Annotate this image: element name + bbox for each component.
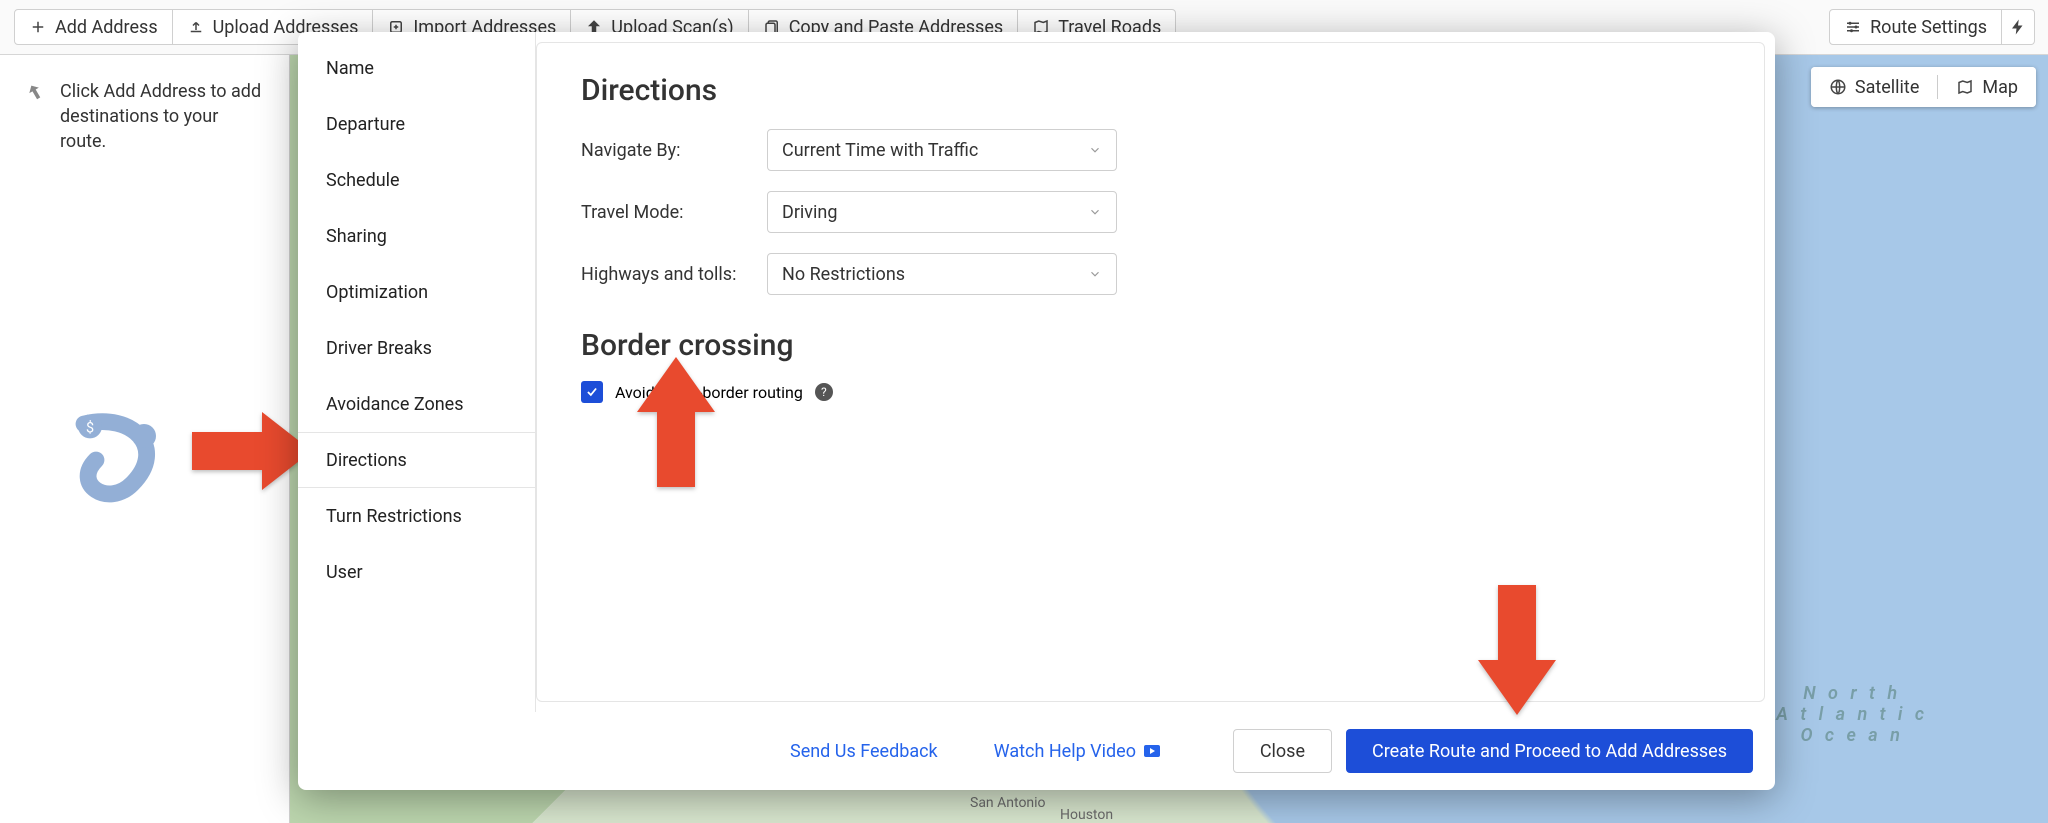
city-houston: Houston xyxy=(1060,807,1113,823)
heading-border-crossing: Border crossing xyxy=(581,328,1720,363)
sidebar-item-label: Sharing xyxy=(326,226,387,247)
add-address-label: Add Address xyxy=(55,17,158,38)
select-travel-mode-value: Driving xyxy=(782,202,837,223)
checkbox-avoid-cross-border[interactable] xyxy=(581,381,603,403)
sidebar-item-label: Name xyxy=(326,58,374,79)
sidebar-item-driver-breaks[interactable]: Driver Breaks xyxy=(298,320,535,376)
close-button[interactable]: Close xyxy=(1233,729,1332,773)
annotation-arrow-create xyxy=(1478,585,1556,715)
map-toggle-button[interactable]: Map xyxy=(1938,67,2036,107)
modal-footer: Send Us Feedback Watch Help Video Close … xyxy=(298,712,1775,790)
directions-panel: Directions Navigate By: Current Time wit… xyxy=(536,42,1765,702)
sidebar-item-label: Optimization xyxy=(326,282,428,303)
route-settings-label: Route Settings xyxy=(1870,17,1987,38)
chevron-down-icon xyxy=(1088,143,1102,157)
help-icon[interactable]: ? xyxy=(815,383,833,401)
select-travel-mode[interactable]: Driving xyxy=(767,191,1117,233)
ocean-label: N o r t h A t l a n t i c O c e a n xyxy=(1776,683,1928,746)
checkmark-icon xyxy=(585,385,599,399)
map-type-toggle: Satellite Map xyxy=(1811,67,2036,107)
link-send-feedback[interactable]: Send Us Feedback xyxy=(790,741,938,762)
sidebar-item-label: Departure xyxy=(326,114,405,135)
sidebar-item-label: Turn Restrictions xyxy=(326,506,462,527)
chevron-down-icon xyxy=(1088,267,1102,281)
chevron-down-icon xyxy=(1088,205,1102,219)
select-navigate-by[interactable]: Current Time with Traffic xyxy=(767,129,1117,171)
label-highways-tolls: Highways and tolls: xyxy=(581,264,767,285)
select-highways-tolls-value: No Restrictions xyxy=(782,264,905,285)
sidebar-item-avoidance-zones[interactable]: Avoidance Zones xyxy=(298,376,535,432)
sidebar-item-label: Avoidance Zones xyxy=(326,394,464,415)
sliders-icon xyxy=(1844,18,1862,36)
select-highways-tolls[interactable]: No Restrictions xyxy=(767,253,1117,295)
sidebar-item-user[interactable]: User xyxy=(298,544,535,600)
create-route-button[interactable]: Create Route and Proceed to Add Addresse… xyxy=(1346,729,1753,773)
sidebar-item-sharing[interactable]: Sharing xyxy=(298,208,535,264)
lightning-icon xyxy=(2009,18,2027,36)
sidebar-item-schedule[interactable]: Schedule xyxy=(298,152,535,208)
annotation-arrow-sidebar xyxy=(192,412,312,490)
sidebar-item-label: Driver Breaks xyxy=(326,338,432,359)
heading-directions: Directions xyxy=(581,73,1720,108)
sidebar-item-label: Directions xyxy=(326,450,407,471)
row-highways-tolls: Highways and tolls: No Restrictions xyxy=(581,248,1720,300)
plus-icon xyxy=(29,18,47,36)
play-icon xyxy=(1144,745,1160,757)
svg-text:$: $ xyxy=(86,419,94,436)
add-address-button[interactable]: Add Address xyxy=(14,9,173,45)
route-logo-icon: $ xyxy=(60,400,180,520)
sidebar-item-optimization[interactable]: Optimization xyxy=(298,264,535,320)
satellite-label: Satellite xyxy=(1855,77,1919,98)
select-navigate-by-value: Current Time with Traffic xyxy=(782,140,978,161)
map-label-text: Map xyxy=(1982,77,2018,98)
reoptimize-button[interactable] xyxy=(2001,9,2035,45)
hint-arrow-icon xyxy=(24,81,46,103)
label-travel-mode: Travel Mode: xyxy=(581,202,767,223)
upload-icon xyxy=(187,18,205,36)
label-navigate-by: Navigate By: xyxy=(581,140,767,161)
sidebar-item-directions[interactable]: Directions xyxy=(298,432,535,488)
sidebar-item-label: Schedule xyxy=(326,170,400,191)
hint-text: Click Add Address to add destinations to… xyxy=(60,79,265,155)
sidebar-item-name[interactable]: Name xyxy=(298,40,535,96)
route-settings-button[interactable]: Route Settings xyxy=(1829,9,2002,45)
sidebar-item-departure[interactable]: Departure xyxy=(298,96,535,152)
sidebar-item-label: User xyxy=(326,562,363,583)
map-fold-icon xyxy=(1956,78,1974,96)
sidebar-item-turn-restrictions[interactable]: Turn Restrictions xyxy=(298,488,535,544)
row-avoid-cross-border: Avoid cross-border routing ? xyxy=(581,381,1720,403)
globe-icon xyxy=(1829,78,1847,96)
row-navigate-by: Navigate By: Current Time with Traffic xyxy=(581,124,1720,176)
city-san-antonio: San Antonio xyxy=(970,795,1046,811)
annotation-arrow-checkbox xyxy=(637,357,715,487)
row-travel-mode: Travel Mode: Driving xyxy=(581,186,1720,238)
link-watch-video[interactable]: Watch Help Video xyxy=(994,741,1160,762)
hint-row: Click Add Address to add destinations to… xyxy=(24,79,265,155)
settings-sidebar: Name Departure Schedule Sharing Optimiza… xyxy=(298,32,536,712)
satellite-toggle[interactable]: Satellite xyxy=(1811,67,1937,107)
